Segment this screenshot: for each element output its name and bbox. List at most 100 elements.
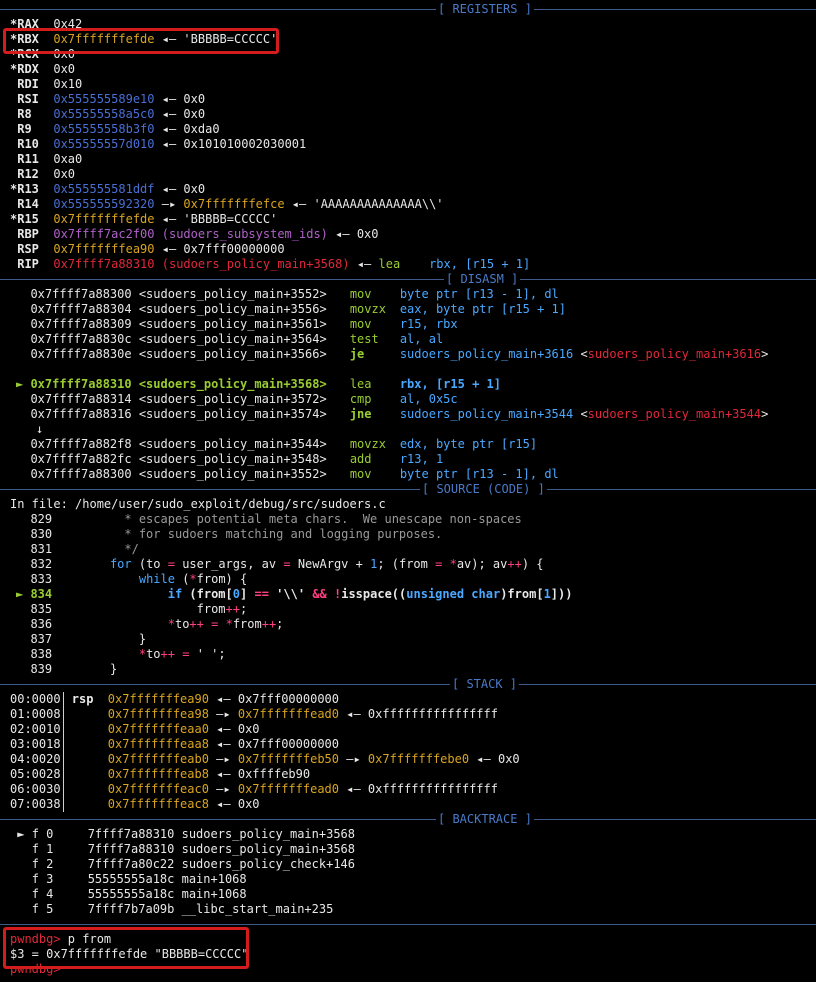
disasm-address: 0x7ffff7a8830c: [30, 332, 139, 346]
source-marker: ►: [16, 587, 31, 601]
disasm-marker: [16, 287, 30, 301]
stack-offset: 05:0028: [10, 767, 68, 781]
register-row: RIP 0x7ffff7a88310 (sudoers_policy_main+…: [10, 257, 816, 272]
backtrace-frame: f 4 55555555a18c main+1068: [10, 887, 816, 902]
stack-value: ◂—: [208, 767, 238, 781]
disasm-address: 0x7ffff7a88300: [30, 467, 139, 481]
disasm-mnemonic: movzx: [349, 302, 386, 316]
source-code: * escapes potential meta chars. We unesc…: [52, 512, 521, 526]
arrow: ◂—: [154, 122, 184, 136]
stack-row: 06:0030 0x7fffffffeac0 —▸ 0x7fffffffead0…: [10, 782, 816, 797]
register-address: 0x7ffff7ac2f00: [53, 227, 155, 241]
source-code: *to++ = *from++;: [52, 617, 284, 631]
disasm-mnemonic: mov: [349, 467, 372, 481]
stack-address: 0x7fffffffea98: [107, 707, 209, 721]
backtrace-frame: ► f 0 7ffff7a88310 sudoers_policy_main+35…: [10, 827, 816, 842]
stack-separator: [63, 692, 64, 812]
code-token: '\\': [276, 587, 306, 601]
stack-offset: 02:0010: [10, 722, 68, 736]
register-row: R12 0x0: [10, 167, 816, 182]
register-row: R9 0x55555558b3f0 ◂— 0xda0: [10, 122, 816, 137]
register-name: *R15: [10, 212, 54, 226]
register-name: *RDX: [10, 62, 54, 76]
register-name: R12: [10, 167, 54, 181]
code-token: ++: [189, 617, 204, 631]
disasm-mnemonic: je: [349, 347, 365, 361]
stack-register: [72, 797, 108, 812]
code-token: isspace((: [341, 587, 407, 601]
disasm-row: 0x7ffff7a882f8 <sudoers_policy_main+3544…: [16, 437, 816, 452]
source-marker: [16, 542, 30, 556]
disasm-location: <sudoers_policy_main+3556>: [138, 302, 327, 316]
register-value: 0x0: [53, 62, 76, 76]
arrow: ◂—: [154, 212, 184, 226]
code-token: )from: [500, 587, 537, 601]
header-rule: [0, 9, 816, 10]
register-value: 0x0: [53, 167, 76, 181]
code-token: ' ': [196, 647, 219, 661]
source-code: from++;: [52, 602, 248, 616]
disasm-target: sudoers_policy_main+3544: [587, 407, 762, 421]
disasm-target: sudoers_policy_main+3616: [587, 347, 762, 361]
code-token: }: [52, 632, 147, 646]
code-token: *: [167, 617, 175, 631]
disasm-location: <sudoers_policy_main+3574>: [138, 407, 327, 421]
register-row: RSP 0x7fffffffea90 ◂— 0x7fff00000000: [10, 242, 816, 257]
disasm-address: 0x7ffff7a88316: [30, 407, 139, 421]
register-row: R8 0x55555558a5c0 ◂— 0x0: [10, 107, 816, 122]
stack-register: [72, 782, 108, 797]
code-comment: */: [52, 542, 139, 556]
backtrace-address: 7ffff7a88310: [87, 827, 182, 841]
stack-value: —▸: [339, 752, 368, 766]
register-name: R10: [10, 137, 54, 151]
backtrace-header: [ BACKTRACE ]: [0, 812, 816, 827]
code-token: ;: [218, 647, 226, 661]
stack-value: 0xffffeb90: [237, 767, 311, 781]
stack-register: rsp: [71, 692, 108, 706]
backtrace-symbol: sudoers_policy_check+146: [181, 857, 355, 871]
disasm-marker: [16, 332, 30, 346]
stack-register: [72, 722, 108, 737]
header-rule: [0, 489, 816, 490]
backtrace-frame-number: f 3: [31, 872, 54, 886]
stack-register: [72, 767, 108, 782]
stack-row: 02:0010 0x7fffffffeaa0 ◂— 0x0: [10, 722, 816, 737]
stack-register: [72, 707, 108, 722]
register-address-2: 0x7fffffffefce: [183, 197, 285, 211]
disasm-mnemonic: add: [349, 452, 372, 466]
backtrace-symbol: main+1068: [181, 872, 247, 886]
backtrace-frame: f 5 7ffff7b7a09b __libc_start_main+235: [10, 902, 816, 917]
code-token: av); av: [456, 557, 508, 571]
disasm-operands: byte ptr [r13 - 1], dl: [399, 467, 559, 481]
stack-value: ◂—: [208, 737, 238, 751]
backtrace-symbol: main+1068: [181, 887, 247, 901]
stack-value: 0x0: [237, 797, 260, 811]
code-token: while: [138, 572, 175, 586]
disasm-operands: sudoers_policy_main+3544: [399, 407, 574, 421]
code-bracket: ]: [550, 587, 559, 601]
disasm-row: 0x7ffff7a88309 <sudoers_policy_main+3561…: [16, 317, 816, 332]
code-token: =: [283, 557, 291, 571]
register-value: 0x0: [183, 182, 206, 196]
register-address: 0x555555592320: [53, 197, 155, 211]
backtrace-symbol: sudoers_policy_main+3568: [181, 842, 355, 856]
disasm-operands: eax, byte ptr [r15 + 1]: [399, 302, 566, 316]
down-arrow-icon: ↓: [36, 422, 44, 436]
register-string: 'AAAAAAAAAAAAAA\\': [313, 197, 444, 211]
source-marker: [16, 557, 30, 571]
backtrace-address: 7ffff7a88310: [87, 842, 182, 856]
disasm-mnemonic: lea: [349, 377, 372, 391]
disasm-row: 0x7ffff7a8830e <sudoers_policy_main+3566…: [16, 347, 816, 362]
stack-value: ◂—: [208, 692, 238, 706]
code-token: from) {: [196, 572, 248, 586]
code-bracket: [: [225, 587, 233, 601]
code-token: ++: [261, 617, 277, 631]
register-string: 'BBBBB=CCCCC': [183, 212, 278, 226]
source-marker: [16, 647, 30, 661]
source-line-number: 838: [30, 647, 53, 661]
register-value: 0x0: [356, 227, 379, 241]
stack-value: 0x7fffffffead0: [237, 707, 340, 721]
source-line: 830 * for sudoers matching and logging p…: [16, 527, 816, 542]
disasm-target-close: >: [761, 407, 769, 421]
disasm-location: <sudoers_policy_main+3566>: [138, 347, 327, 361]
